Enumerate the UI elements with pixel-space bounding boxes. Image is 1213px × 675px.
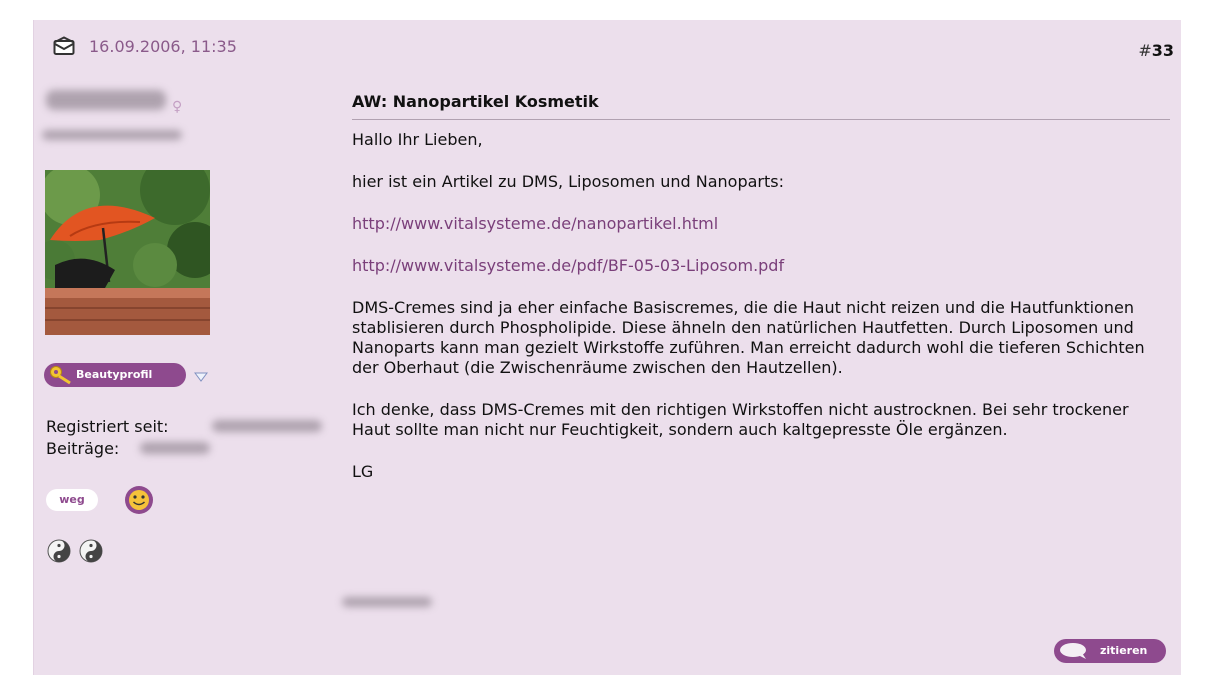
post-number[interactable]: #33: [1138, 41, 1174, 60]
quote-button[interactable]: zitieren: [1054, 639, 1166, 663]
closing-text: LG: [352, 462, 374, 481]
link-liposom-pdf[interactable]: http://www.vitalsysteme.de/pdf/BF-05-03-…: [352, 256, 784, 275]
quote-label: zitieren: [1100, 644, 1148, 657]
mail-icon: [53, 36, 75, 55]
avatar[interactable]: [45, 170, 210, 335]
speech-bubble-icon: [1060, 643, 1086, 659]
paragraph-dms-cremes: DMS-Cremes sind ja eher einfache Basiscr…: [352, 298, 1145, 377]
post-number-value: 33: [1151, 41, 1174, 60]
posts-count-blurred: [140, 442, 210, 454]
post-title: AW: Nanopartikel Kosmetik: [352, 92, 1170, 120]
female-icon: ♀: [172, 99, 183, 115]
smiley-icon: [125, 486, 153, 514]
intro-text: hier ist ein Artikel zu DMS, Liposomen u…: [352, 172, 784, 191]
key-icon: [50, 366, 71, 385]
post-header: 16.09.2006, 11:35 #33: [34, 20, 1181, 70]
avatar-image: [45, 170, 210, 335]
post-number-prefix: #: [1138, 41, 1152, 60]
greeting-text: Hallo Ihr Lieben,: [352, 130, 483, 149]
post-date: 16.09.2006, 11:35: [89, 37, 237, 56]
beautyprofil-button[interactable]: Beautyprofil: [44, 363, 186, 387]
yin-yang-icon: [47, 539, 71, 563]
username-blurred[interactable]: [46, 90, 166, 110]
registered-date-blurred: [212, 420, 322, 432]
beautyprofil-label: Beautyprofil: [76, 368, 153, 381]
chevron-down-icon[interactable]: [194, 372, 208, 382]
post-content: AW: Nanopartikel Kosmetik Hallo Ihr Lieb…: [352, 92, 1170, 504]
paragraph-austrocknen: Ich denke, dass DMS-Cremes mit den richt…: [352, 400, 1129, 439]
registered-label: Registriert seit:: [46, 417, 169, 436]
forum-post: 16.09.2006, 11:35 #33 ♀ Beautyprofil Reg…: [33, 20, 1181, 675]
signature-blurred: [342, 597, 432, 607]
online-status-badge: weg: [46, 489, 98, 511]
link-nanopartikel[interactable]: http://www.vitalsysteme.de/nanopartikel.…: [352, 214, 718, 233]
user-rank-blurred: [42, 130, 182, 140]
post-body: Hallo Ihr Lieben, hier ist ein Artikel z…: [352, 130, 1170, 482]
yin-yang-icon: [79, 539, 103, 563]
